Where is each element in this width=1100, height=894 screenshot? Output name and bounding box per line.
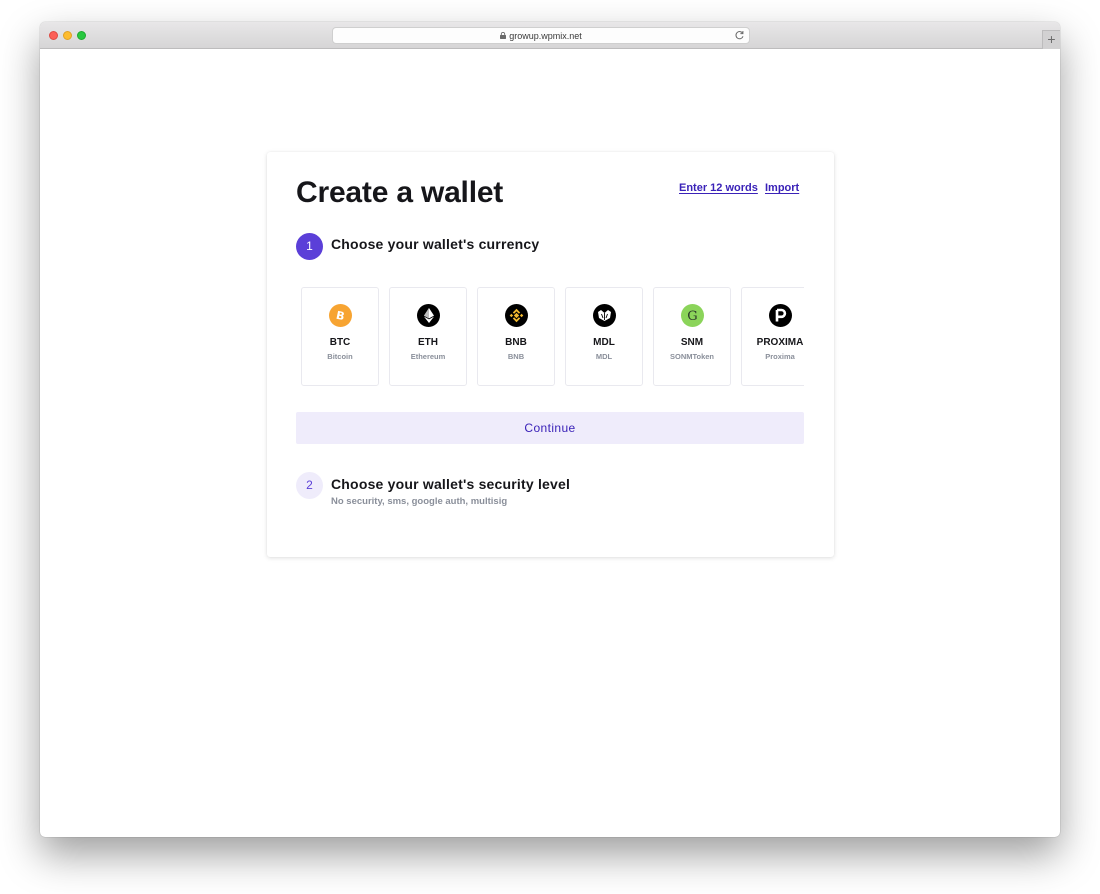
- svg-text:G: G: [687, 309, 697, 323]
- svg-text:B: B: [335, 309, 346, 322]
- currency-symbol: SNM: [680, 337, 704, 348]
- currency-symbol: ETH: [418, 337, 438, 348]
- address-bar[interactable]: growup.wpmix.net: [332, 27, 750, 44]
- step-1-badge: 1: [296, 233, 323, 260]
- step-1-title: Choose your wallet's currency: [331, 236, 540, 252]
- currency-card-proxima[interactable]: PROXIMA Proxima: [741, 287, 804, 386]
- page-title: Create a wallet: [296, 176, 504, 209]
- new-tab-button[interactable]: +: [1042, 30, 1060, 49]
- currency-card-mdl[interactable]: MDL MDL: [565, 287, 643, 386]
- browser-titlebar: growup.wpmix.net +: [40, 22, 1060, 49]
- browser-window: growup.wpmix.net + Create a wallet Enter…: [40, 22, 1060, 837]
- ethereum-icon: [417, 304, 440, 327]
- import-link[interactable]: Import: [765, 182, 799, 194]
- currency-symbol: PROXIMA: [756, 337, 804, 348]
- address-bar-url: growup.wpmix.net: [509, 30, 582, 41]
- currency-card-eth[interactable]: ETH Ethereum: [389, 287, 467, 386]
- currency-name: Ethereum: [410, 352, 446, 361]
- maximize-window-button[interactable]: [77, 31, 86, 40]
- bitcoin-icon: B: [329, 304, 352, 327]
- currency-card-btc[interactable]: B BTC Bitcoin: [301, 287, 379, 386]
- minimize-window-button[interactable]: [63, 31, 72, 40]
- lock-icon: [500, 32, 507, 39]
- currency-symbol: BNB: [505, 337, 527, 348]
- currency-name: MDL: [595, 352, 613, 361]
- step-2-subtitle: No security, sms, google auth, multisig: [331, 496, 508, 507]
- currency-symbol: MDL: [593, 337, 615, 348]
- sonm-icon: G: [681, 304, 704, 327]
- currency-list: B BTC Bitcoin ETH Ethereum BNB BNB MDL M…: [296, 285, 804, 387]
- create-wallet-card: Create a wallet Enter 12 words Import 1 …: [267, 152, 834, 557]
- step-2-badge: 2: [296, 472, 323, 499]
- currency-name: BNB: [507, 352, 525, 361]
- currency-card-bnb[interactable]: BNB BNB: [477, 287, 555, 386]
- currency-name: SONMToken: [669, 352, 715, 361]
- currency-name: Proxima: [765, 352, 795, 361]
- step-2-title[interactable]: Choose your wallet's security level: [331, 476, 570, 492]
- continue-button[interactable]: Continue: [296, 412, 804, 444]
- proxima-icon: [769, 304, 792, 327]
- binance-icon: [505, 304, 528, 327]
- close-window-button[interactable]: [49, 31, 58, 40]
- enter-12-words-link[interactable]: Enter 12 words: [679, 182, 758, 194]
- currency-card-snm[interactable]: G SNM SONMToken: [653, 287, 731, 386]
- currency-symbol: BTC: [329, 337, 351, 348]
- reload-icon[interactable]: [734, 30, 745, 41]
- currency-name: Bitcoin: [327, 352, 353, 361]
- mdl-icon: [593, 304, 616, 327]
